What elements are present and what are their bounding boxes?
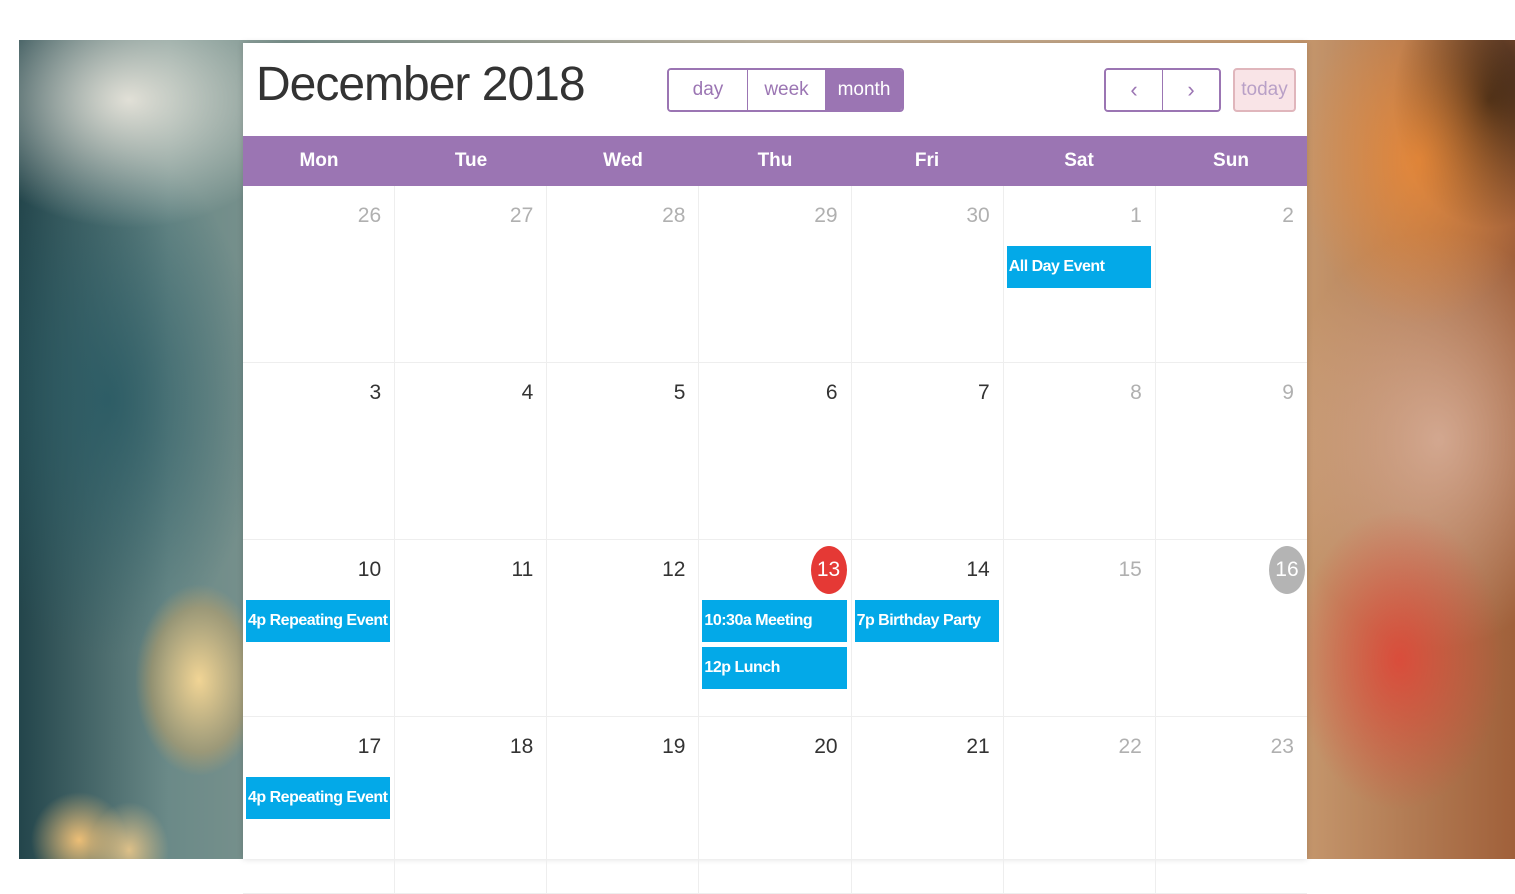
navigation-buttons: ‹ ›: [1104, 68, 1221, 112]
day-cell[interactable]: 12: [547, 540, 700, 716]
week-row: 10 4p Repeating Event 11 12 13 10:30a Meeting…: [243, 540, 1307, 717]
day-cell[interactable]: 8: [1004, 363, 1156, 539]
chevron-left-icon: ‹: [1130, 77, 1138, 102]
date-number[interactable]: 2: [1282, 204, 1294, 228]
date-number[interactable]: 11: [511, 558, 533, 582]
weekday-label: Tue: [454, 150, 488, 171]
week-row: 17 4p Repeating Event 18 19 20 21 22 23: [243, 717, 1307, 894]
day-cell[interactable]: 22: [1004, 717, 1156, 893]
weekday-label: Sun: [1213, 150, 1249, 171]
day-cell[interactable]: 16: [1156, 540, 1307, 716]
day-cell[interactable]: 17 4p Repeating Event: [243, 717, 396, 893]
date-number[interactable]: 22: [1118, 735, 1141, 759]
date-number[interactable]: 28: [662, 204, 685, 228]
day-cell[interactable]: 3: [243, 363, 396, 539]
weekday-label: Mon: [299, 150, 339, 171]
calendar-event[interactable]: 4p Repeating Event: [246, 777, 391, 819]
chevron-right-icon: ›: [1187, 77, 1195, 102]
day-cell[interactable]: 2: [1156, 186, 1307, 362]
date-number[interactable]: 29: [814, 204, 837, 228]
calendar-title: December 2018: [256, 58, 586, 111]
date-number[interactable]: 7: [978, 381, 990, 405]
date-number[interactable]: 6: [826, 381, 838, 405]
day-cell[interactable]: 21: [852, 717, 1004, 893]
next-button[interactable]: ›: [1163, 70, 1219, 110]
month-view-button[interactable]: month: [826, 70, 902, 110]
prev-button[interactable]: ‹: [1106, 70, 1163, 110]
date-number[interactable]: 19: [662, 735, 685, 759]
date-number[interactable]: 10: [358, 558, 381, 582]
date-number[interactable]: 23: [1271, 735, 1294, 759]
date-number[interactable]: 26: [358, 204, 381, 228]
date-number[interactable]: 30: [966, 204, 989, 228]
date-number[interactable]: 9: [1282, 381, 1294, 405]
view-switcher: day week month: [667, 68, 904, 112]
date-number[interactable]: 8: [1130, 381, 1142, 405]
day-cell[interactable]: 18: [395, 717, 548, 893]
weekday-label: Thu: [757, 150, 793, 171]
date-number[interactable]: 20: [814, 735, 837, 759]
weekday-header: Mon Tue Wed Thu Fri Sat Sun: [243, 136, 1307, 186]
day-cell[interactable]: 5: [547, 363, 700, 539]
day-cell[interactable]: 4: [395, 363, 548, 539]
week-row: 26 27 28 29 30 1 All Day Event 2: [243, 186, 1307, 363]
month-grid: 26 27 28 29 30 1 All Day Event 2 3 4 5 6 7 8 9 10 4p Rep…: [243, 186, 1307, 894]
day-cell[interactable]: 27: [395, 186, 548, 362]
date-number[interactable]: 5: [674, 381, 686, 405]
date-number[interactable]: 3: [369, 381, 381, 405]
weekday-label: Fri: [914, 150, 940, 171]
calendar-event[interactable]: 4p Repeating Event: [246, 600, 391, 642]
weekday-label: Wed: [603, 150, 643, 171]
calendar-event[interactable]: 7p Birthday Party: [854, 600, 999, 642]
day-cell[interactable]: 1 All Day Event: [1004, 186, 1156, 362]
day-view-button[interactable]: day: [669, 70, 748, 110]
today-button[interactable]: today: [1233, 68, 1296, 112]
date-number[interactable]: 1: [1130, 204, 1142, 228]
day-cell[interactable]: 10 4p Repeating Event: [243, 540, 396, 716]
week-view-button[interactable]: week: [748, 70, 826, 110]
date-number[interactable]: 12: [662, 558, 685, 582]
day-cell[interactable]: 28: [547, 186, 700, 362]
day-cell[interactable]: 15: [1004, 540, 1156, 716]
date-number[interactable]: 21: [966, 735, 989, 759]
date-number[interactable]: 18: [510, 735, 533, 759]
day-cell[interactable]: 13 10:30a Meeting 12p Lunch: [699, 540, 852, 716]
day-cell[interactable]: 11: [395, 540, 548, 716]
calendar-event[interactable]: 12p Lunch: [702, 647, 847, 689]
date-number[interactable]: 17: [358, 735, 381, 759]
day-cell[interactable]: 23: [1156, 717, 1307, 893]
weekday-label: Sat: [1064, 150, 1094, 171]
day-cell[interactable]: 9: [1156, 363, 1307, 539]
day-cell[interactable]: 30: [852, 186, 1004, 362]
calendar-widget: December 2018 day week month ‹ › today M…: [243, 43, 1307, 894]
day-cell[interactable]: 6: [699, 363, 852, 539]
day-cell[interactable]: 26: [243, 186, 396, 362]
week-row: 3 4 5 6 7 8 9: [243, 363, 1307, 540]
date-number[interactable]: 14: [966, 558, 989, 582]
calendar-event[interactable]: All Day Event: [1006, 246, 1151, 288]
date-number[interactable]: 4: [522, 381, 534, 405]
day-cell[interactable]: 14 7p Birthday Party: [852, 540, 1004, 716]
calendar-toolbar: December 2018 day week month ‹ › today: [243, 43, 1307, 136]
date-number[interactable]: 15: [1118, 558, 1141, 582]
date-number[interactable]: 27: [510, 204, 533, 228]
day-cell[interactable]: 19: [547, 717, 700, 893]
calendar-event[interactable]: 10:30a Meeting: [702, 600, 847, 642]
day-cell[interactable]: 29: [699, 186, 852, 362]
selected-date-number[interactable]: 16: [1268, 546, 1305, 594]
day-cell[interactable]: 20: [699, 717, 852, 893]
today-date-number[interactable]: 13: [810, 546, 847, 594]
day-cell[interactable]: 7: [852, 363, 1004, 539]
